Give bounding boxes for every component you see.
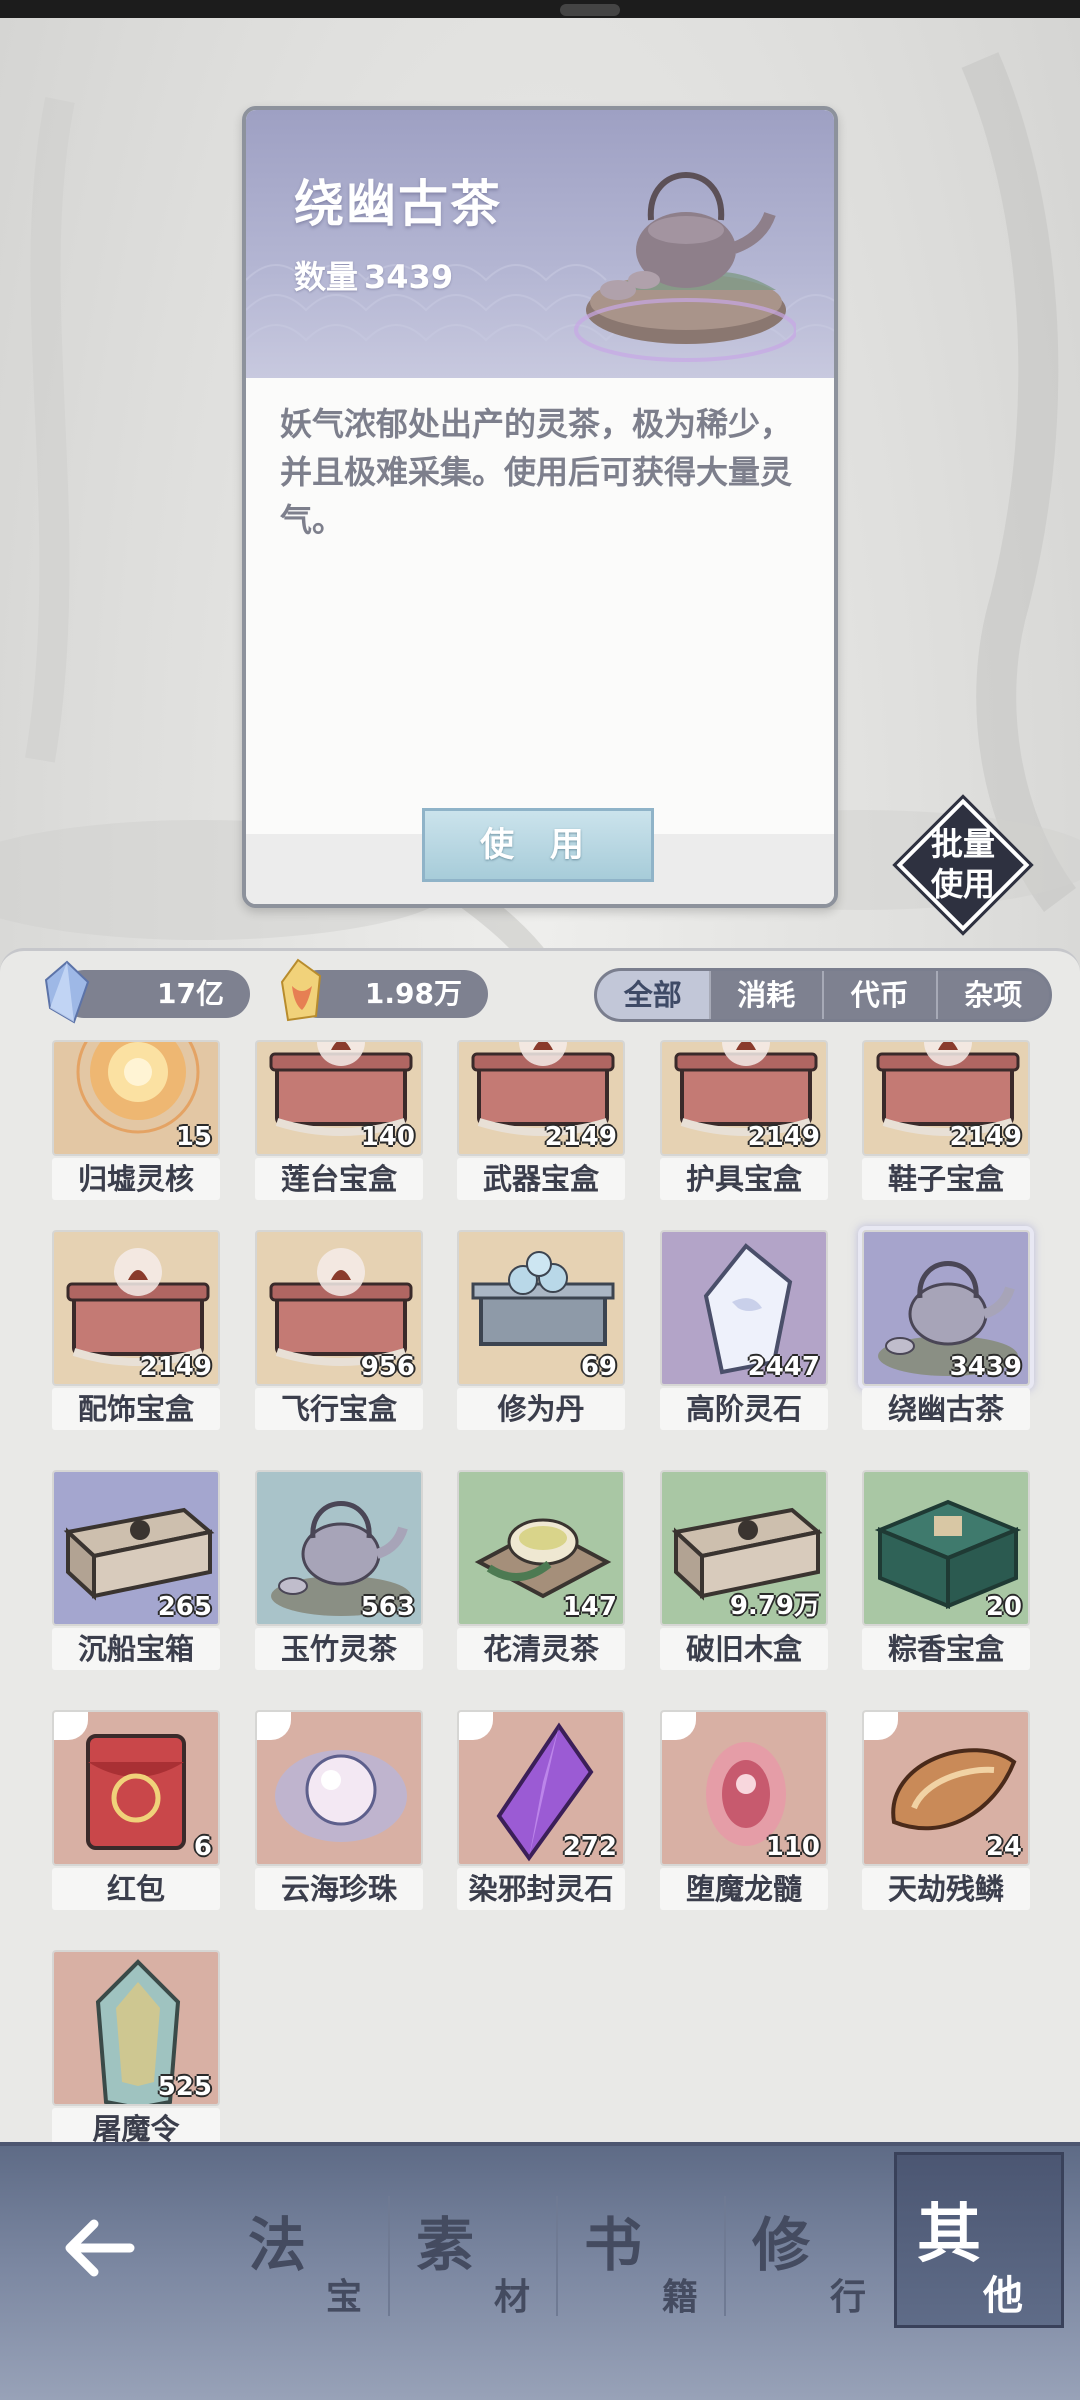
inventory-item[interactable]: 110 bbox=[660, 1710, 828, 1866]
inventory-item[interactable]: 563 bbox=[255, 1470, 423, 1626]
item-name: 高阶灵石 bbox=[660, 1388, 828, 1430]
status-bar bbox=[0, 0, 1080, 18]
item-count: 2149 bbox=[949, 1122, 1022, 1152]
item-count: 6 bbox=[193, 1832, 212, 1862]
inventory-item[interactable]: 2149 bbox=[660, 1040, 828, 1156]
inventory-item[interactable]: 3439 bbox=[862, 1230, 1030, 1386]
item-count: 2447 bbox=[747, 1352, 820, 1382]
item-count: 265 bbox=[157, 1592, 212, 1622]
item-name: 染邪封灵石 bbox=[457, 1868, 625, 1910]
tab-treasure[interactable]: 法宝 bbox=[236, 2176, 396, 2336]
inventory-item[interactable]: 24 bbox=[862, 1710, 1030, 1866]
blue-crystal-icon bbox=[44, 960, 90, 1024]
item-grid: 15 归墟灵核 140 莲台宝盒 2149 武器宝盒 2149 护具宝盒 2149 鞋子宝盒 214… bbox=[0, 1040, 1080, 2150]
inventory-item[interactable]: 525 bbox=[52, 1950, 220, 2106]
item-name: 沉船宝箱 bbox=[52, 1628, 220, 1670]
item-count: 525 bbox=[157, 2072, 212, 2102]
inventory-item[interactable]: 2447 bbox=[660, 1230, 828, 1386]
item-count: 2149 bbox=[747, 1122, 820, 1152]
item-name: 飞行宝盒 bbox=[255, 1388, 423, 1430]
use-button[interactable]: 使 用 bbox=[422, 808, 654, 882]
item-name: 鞋子宝盒 bbox=[862, 1158, 1030, 1200]
quantity-value: 3439 bbox=[364, 258, 454, 296]
item-count: 147 bbox=[562, 1592, 617, 1622]
camera-notch bbox=[560, 4, 620, 16]
item-count: 140 bbox=[360, 1122, 415, 1152]
gold-crystal-icon bbox=[280, 958, 322, 1022]
item-name: 玉竹灵茶 bbox=[255, 1628, 423, 1670]
tab-books[interactable]: 书籍 bbox=[572, 2176, 732, 2336]
inventory-item[interactable]: 265 bbox=[52, 1470, 220, 1626]
inventory-item[interactable]: 140 bbox=[255, 1040, 423, 1156]
inventory-item[interactable]: 6 bbox=[52, 1710, 220, 1866]
item-count: 69 bbox=[580, 1352, 617, 1382]
filter-tabs: 全部 消耗 代币 杂项 bbox=[594, 968, 1052, 1022]
item-description: 妖气浓郁处出产的灵茶，极为稀少，并且极难采集。使用后可获得大量灵气。 bbox=[280, 405, 793, 539]
item-count: 20 bbox=[985, 1592, 1022, 1622]
back-arrow-icon[interactable] bbox=[58, 2208, 138, 2288]
inventory-item[interactable]: 956 bbox=[255, 1230, 423, 1386]
item-count: 110 bbox=[765, 1832, 820, 1862]
inventory-item[interactable]: 9.79万 bbox=[660, 1470, 828, 1626]
tab-materials[interactable]: 素材 bbox=[404, 2176, 564, 2336]
item-name: 武器宝盒 bbox=[457, 1158, 625, 1200]
item-count: 956 bbox=[360, 1352, 415, 1382]
item-name: 归墟灵核 bbox=[52, 1158, 220, 1200]
item-count: 24 bbox=[985, 1832, 1022, 1862]
item-name: 绕幽古茶 bbox=[862, 1388, 1030, 1430]
item-name: 堕魔龙髓 bbox=[660, 1868, 828, 1910]
item-count: 15 bbox=[175, 1122, 212, 1152]
batch-use-label: 批量 使用 bbox=[930, 825, 995, 903]
item-count: 2149 bbox=[544, 1122, 617, 1152]
tab-divider bbox=[724, 2196, 726, 2316]
bottom-nav: 法宝 素材 书籍 修行 其他 bbox=[0, 2142, 1080, 2400]
inventory-item[interactable]: 272 bbox=[457, 1710, 625, 1866]
item-detail-header: 绕幽古茶 数量 3439 bbox=[246, 110, 834, 378]
tab-divider bbox=[388, 2196, 390, 2316]
item-detail-card: 绕幽古茶 数量 3439 妖气浓郁处出产的灵茶，极为稀少，并且极难采集。使用后可获… bbox=[242, 106, 838, 908]
inventory-item[interactable]: 2149 bbox=[457, 1040, 625, 1156]
inventory-item[interactable]: 15 bbox=[52, 1040, 220, 1156]
item-name: 云海珍珠 bbox=[255, 1868, 423, 1910]
item-name: 破旧木盒 bbox=[660, 1628, 828, 1670]
item-count: 3439 bbox=[949, 1352, 1022, 1382]
item-name: 护具宝盒 bbox=[660, 1158, 828, 1200]
teapot-icon bbox=[574, 172, 796, 362]
filter-all[interactable]: 全部 bbox=[597, 971, 709, 1019]
item-name: 修为丹 bbox=[457, 1388, 625, 1430]
filter-token[interactable]: 代币 bbox=[822, 971, 936, 1019]
item-name: 花清灵茶 bbox=[457, 1628, 625, 1670]
inventory-item[interactable]: 69 bbox=[457, 1230, 625, 1386]
item-quantity: 数量 3439 bbox=[294, 252, 453, 298]
item-name: 莲台宝盒 bbox=[255, 1158, 423, 1200]
item-count: 9.79万 bbox=[729, 1591, 820, 1621]
inventory-item[interactable]: 2149 bbox=[862, 1040, 1030, 1156]
item-count: 2149 bbox=[139, 1352, 212, 1382]
inventory-item[interactable] bbox=[255, 1710, 423, 1866]
item-count: 563 bbox=[360, 1592, 415, 1622]
tab-cultivation[interactable]: 修行 bbox=[740, 2176, 900, 2336]
batch-use-button[interactable]: 批量 使用 bbox=[892, 794, 1034, 936]
item-count: 272 bbox=[562, 1832, 617, 1862]
inventory-item[interactable]: 20 bbox=[862, 1470, 1030, 1626]
quantity-label: 数量 bbox=[294, 258, 359, 296]
filter-consumable[interactable]: 消耗 bbox=[708, 971, 823, 1019]
tab-divider bbox=[556, 2196, 558, 2316]
item-name: 天劫残鳞 bbox=[862, 1868, 1030, 1910]
item-name: 配饰宝盒 bbox=[52, 1388, 220, 1430]
inventory-item[interactable]: 147 bbox=[457, 1470, 625, 1626]
inventory-item[interactable]: 2149 bbox=[52, 1230, 220, 1386]
item-title: 绕幽古茶 bbox=[294, 175, 502, 233]
tab-other[interactable]: 其他 bbox=[894, 2152, 1064, 2328]
item-name: 红包 bbox=[52, 1868, 220, 1910]
filter-misc[interactable]: 杂项 bbox=[935, 971, 1050, 1019]
item-name: 粽香宝盒 bbox=[862, 1628, 1030, 1670]
